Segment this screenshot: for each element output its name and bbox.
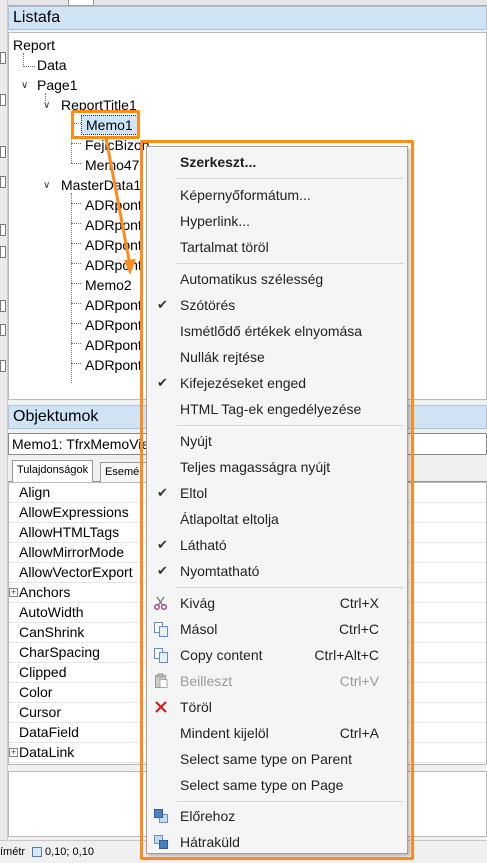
delete-icon — [155, 701, 167, 713]
tree-node-selected[interactable]: Memo1 — [81, 115, 138, 135]
menu-item-auto-width[interactable]: Automatikus szélesség — [147, 266, 407, 292]
tree-node[interactable]: Report — [13, 35, 55, 55]
checkmark-icon: ✔ — [157, 537, 168, 552]
tree-node[interactable]: Page1 — [37, 75, 77, 95]
tree-node[interactable]: Data — [37, 55, 67, 75]
menu-item-hyperlink[interactable]: Hyperlink... — [147, 208, 407, 234]
menu-item-printable[interactable]: ✔ Nyomtatható — [147, 558, 407, 584]
tool-icon[interactable] — [0, 324, 6, 336]
copy-content-icon — [154, 648, 168, 663]
toolbar-strip — [0, 0, 8, 863]
expand-chevron-icon[interactable]: ∨ — [43, 100, 50, 111]
expand-chevron-icon[interactable]: ∨ — [43, 180, 50, 191]
menu-item-copy-content[interactable]: Copy content Ctrl+Alt+C — [147, 642, 407, 668]
menu-item-bring-to-front[interactable]: Előrehoz — [147, 803, 407, 829]
tree-panel-title: Listafa — [8, 6, 487, 30]
status-left-text: ímétr — [0, 846, 26, 858]
tree-node[interactable]: Memo2 — [85, 275, 132, 295]
checkmark-icon: ✔ — [157, 375, 168, 390]
tree-node[interactable]: Memo47 — [85, 155, 139, 175]
tree-node[interactable]: ADRpont — [85, 235, 142, 255]
tab-events[interactable]: Eseméı — [100, 462, 148, 482]
checkmark-icon: ✔ — [157, 563, 168, 578]
tree-node[interactable]: ADRpont — [85, 215, 142, 235]
tree-node[interactable]: ADRpont — [85, 335, 142, 355]
send-to-back-icon — [154, 835, 168, 849]
tool-icon[interactable] — [0, 360, 6, 372]
tool-icon[interactable] — [0, 146, 6, 158]
menu-item-stretch-full-height[interactable]: Teljes magasságra nyújt — [147, 454, 407, 480]
checkmark-icon: ✔ — [157, 485, 168, 500]
tool-icon[interactable] — [0, 176, 6, 188]
menu-item-suppress-repeated[interactable]: Ismétlődő értékek elnyomása — [147, 318, 407, 344]
menu-item-word-wrap[interactable]: ✔ Szótörés — [147, 292, 407, 318]
menu-item-select-same-type-parent[interactable]: Select same type on Parent — [147, 746, 407, 772]
menu-item-allow-html-tags[interactable]: HTML Tag-ek engedélyezése — [147, 396, 407, 422]
tool-icon[interactable] — [0, 52, 6, 64]
position-icon — [32, 847, 42, 857]
menu-item-display-format[interactable]: Képernyőformátum... — [147, 182, 407, 208]
tool-icon[interactable] — [0, 224, 6, 236]
copy-icon — [154, 622, 168, 637]
checkmark-icon: ✔ — [157, 297, 168, 312]
context-menu: Szerkeszt... Képernyőformátum... Hyperli… — [146, 146, 408, 854]
tool-icon[interactable] — [0, 246, 6, 258]
paste-icon — [155, 673, 168, 688]
menu-item-visible[interactable]: ✔ Látható — [147, 532, 407, 558]
tree-node[interactable]: ADRpont — [85, 355, 142, 375]
menu-item-paste[interactable]: Beilleszt Ctrl+V — [147, 668, 407, 694]
expand-chevron-icon[interactable]: ∨ — [21, 80, 28, 91]
menu-item-allow-expressions[interactable]: ✔ Kifejezéseket enged — [147, 370, 407, 396]
menu-item-shift[interactable]: ✔ Eltol — [147, 480, 407, 506]
menu-item-cut[interactable]: Kivág Ctrl+X — [147, 590, 407, 616]
status-coords: 0,10; 0,10 — [45, 846, 94, 858]
tool-icon[interactable] — [0, 300, 6, 312]
menu-item-select-all[interactable]: Mindent kijelöl Ctrl+A — [147, 720, 407, 746]
scissors-icon — [154, 596, 167, 610]
tree-node[interactable]: ADRpont — [85, 295, 142, 315]
expand-plus-icon[interactable]: + — [9, 748, 18, 757]
menu-separator — [177, 263, 403, 264]
tool-icon[interactable] — [0, 94, 6, 106]
menu-item-send-to-back[interactable]: Hátraküld — [147, 829, 407, 855]
tree-node[interactable]: MasterData1 — [61, 175, 141, 195]
menu-item-hide-zeros[interactable]: Nullák rejtése — [147, 344, 407, 370]
menu-item-clear-content[interactable]: Tartalmat töröl — [147, 234, 407, 260]
tree-node[interactable]: ADRpont — [85, 255, 142, 275]
menu-separator — [177, 587, 403, 588]
bring-to-front-icon — [154, 809, 168, 823]
menu-item-delete[interactable]: Töröl — [147, 694, 407, 720]
expand-plus-icon[interactable]: + — [9, 588, 18, 597]
menu-separator — [177, 425, 403, 426]
menu-item-shift-overlapped[interactable]: Átlapoltat eltolja — [147, 506, 407, 532]
menu-item-copy[interactable]: Másol Ctrl+C — [147, 616, 407, 642]
menu-separator — [177, 178, 403, 179]
tree-node[interactable]: ADRpont — [85, 195, 142, 215]
menu-item-edit[interactable]: Szerkeszt... — [147, 149, 407, 175]
menu-separator — [177, 801, 403, 802]
tab-properties[interactable]: Tulajdonságok — [12, 460, 94, 482]
tree-node[interactable]: ReportTitle1 — [61, 95, 137, 115]
tree-node[interactable]: ADRpont — [85, 315, 142, 335]
menu-item-select-same-type-page[interactable]: Select same type on Page — [147, 772, 407, 798]
menu-item-stretch[interactable]: Nyújt — [147, 428, 407, 454]
